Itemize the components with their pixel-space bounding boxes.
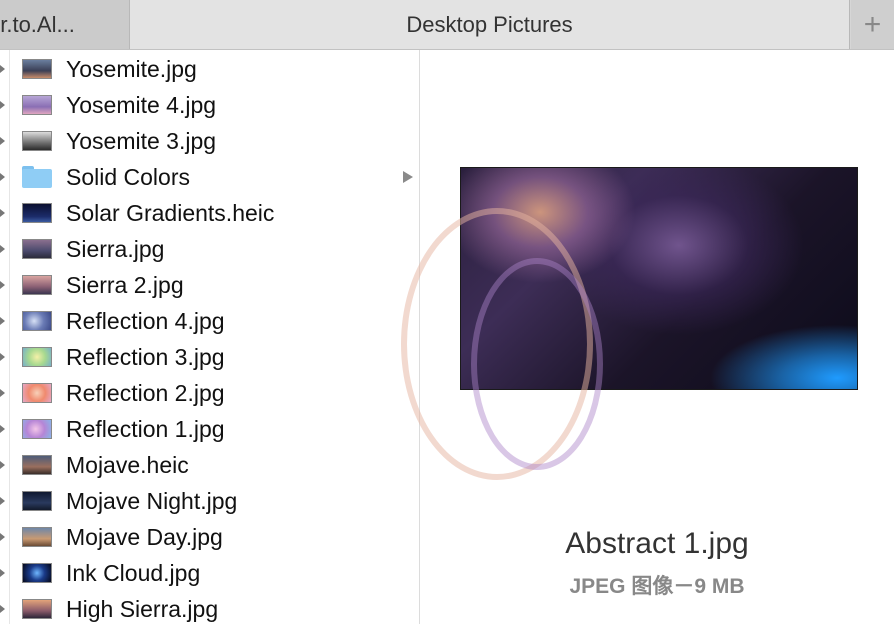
list-item-label: Reflection 2.jpg bbox=[66, 379, 225, 406]
disclosure-arrow-icon bbox=[0, 173, 5, 181]
list-item[interactable]: High Sierra.jpg bbox=[22, 591, 419, 624]
list-item-label: Yosemite 4.jpg bbox=[66, 91, 217, 118]
list-item-label: Reflection 3.jpg bbox=[66, 343, 225, 370]
list-item-label: High Sierra.jpg bbox=[66, 595, 219, 622]
list-item-label: Sierra.jpg bbox=[66, 235, 165, 262]
list-item[interactable]: Solar Gradients.heic bbox=[22, 195, 419, 231]
list-item[interactable]: Yosemite 4.jpg bbox=[22, 87, 419, 123]
list-item[interactable]: Sierra 2.jpg bbox=[22, 267, 419, 303]
new-tab-button[interactable]: + bbox=[851, 0, 894, 49]
chevron-right-icon bbox=[403, 171, 413, 183]
list-item[interactable]: Ink Cloud.jpg bbox=[22, 555, 419, 591]
preview-filename: Abstract 1.jpg bbox=[565, 527, 749, 560]
preview-image[interactable] bbox=[401, 167, 858, 480]
preview-file-info: JPEG 图像－9 MB bbox=[569, 575, 745, 598]
list-item[interactable]: Reflection 2.jpg bbox=[22, 375, 419, 411]
tab-desktop-pictures[interactable]: Desktop Pictures bbox=[130, 0, 850, 49]
list-item-label: Yosemite.jpg bbox=[66, 55, 197, 82]
list-item-label: Solid Colors bbox=[66, 163, 190, 190]
list-item[interactable]: Solid Colors bbox=[22, 159, 419, 195]
list-item[interactable]: Reflection 3.jpg bbox=[22, 339, 419, 375]
disclosure-arrow-icon bbox=[0, 425, 5, 433]
file-list-column: Yosemite.jpg Yosemite 4.jpg Yosemite 3.jpg… bbox=[0, 50, 420, 624]
image-thumbnail-icon bbox=[22, 95, 52, 115]
list-item[interactable]: Mojave.heic bbox=[22, 447, 419, 483]
preview-swirl bbox=[471, 258, 603, 470]
image-thumbnail-icon bbox=[22, 563, 52, 583]
tab-previous-folder-label: er.to.Al... bbox=[0, 11, 75, 37]
image-thumbnail-icon bbox=[22, 383, 52, 403]
disclosure-arrow-icon bbox=[0, 353, 5, 361]
list-item-label: Reflection 4.jpg bbox=[66, 307, 225, 334]
list-item-label: Mojave.heic bbox=[66, 451, 189, 478]
image-thumbnail-icon bbox=[22, 599, 52, 619]
list-item[interactable]: Reflection 1.jpg bbox=[22, 411, 419, 447]
disclosure-arrow-icon bbox=[0, 569, 5, 577]
list-item[interactable]: Yosemite 3.jpg bbox=[22, 123, 419, 159]
image-thumbnail-icon bbox=[22, 491, 52, 511]
tab-bar: er.to.Al... Desktop Pictures + bbox=[0, 0, 894, 50]
image-thumbnail-icon bbox=[22, 527, 52, 547]
image-thumbnail-icon bbox=[22, 239, 52, 259]
image-thumbnail-icon bbox=[22, 203, 52, 223]
list-item-label: Sierra 2.jpg bbox=[66, 271, 184, 298]
image-thumbnail-icon bbox=[22, 347, 52, 367]
image-thumbnail-icon bbox=[22, 455, 52, 475]
image-thumbnail-icon bbox=[22, 419, 52, 439]
column-divider bbox=[9, 50, 10, 624]
disclosure-arrow-icon bbox=[0, 533, 5, 541]
disclosure-arrow-icon bbox=[0, 137, 5, 145]
disclosure-arrow-icon bbox=[0, 461, 5, 469]
folder-icon bbox=[22, 166, 52, 188]
list-item-label: Solar Gradients.heic bbox=[66, 199, 275, 226]
disclosure-arrow-icon bbox=[0, 281, 5, 289]
plus-icon: + bbox=[863, 7, 882, 41]
disclosure-arrow-icon bbox=[0, 101, 5, 109]
disclosure-arrow-icon bbox=[0, 389, 5, 397]
tab-desktop-pictures-label: Desktop Pictures bbox=[406, 11, 573, 37]
list-item[interactable]: Reflection 4.jpg bbox=[22, 303, 419, 339]
disclosure-arrow-icon bbox=[0, 497, 5, 505]
list-item-label: Ink Cloud.jpg bbox=[66, 559, 201, 586]
preview-column: Abstract 1.jpg JPEG 图像－9 MB bbox=[401, 50, 894, 624]
tab-previous-folder[interactable]: er.to.Al... bbox=[0, 0, 130, 49]
disclosure-arrow-icon bbox=[0, 65, 5, 73]
list-item-label: Yosemite 3.jpg bbox=[66, 127, 217, 154]
list-item[interactable]: Sierra.jpg bbox=[22, 231, 419, 267]
disclosure-arrow-icon bbox=[0, 317, 5, 325]
list-item-label: Mojave Night.jpg bbox=[66, 487, 238, 514]
list-item[interactable]: Mojave Day.jpg bbox=[22, 519, 419, 555]
disclosure-arrow-icon bbox=[0, 605, 5, 613]
image-thumbnail-icon bbox=[22, 131, 52, 151]
image-thumbnail-icon bbox=[22, 275, 52, 295]
image-thumbnail-icon bbox=[22, 311, 52, 331]
disclosure-arrow-icon bbox=[0, 245, 5, 253]
image-thumbnail-icon bbox=[22, 59, 52, 79]
list-item[interactable]: Mojave Night.jpg bbox=[22, 483, 419, 519]
disclosure-arrow-icon bbox=[0, 209, 5, 217]
list-item-label: Mojave Day.jpg bbox=[66, 523, 223, 550]
list-item-label: Reflection 1.jpg bbox=[66, 415, 225, 442]
list-item[interactable]: Yosemite.jpg bbox=[22, 51, 419, 87]
